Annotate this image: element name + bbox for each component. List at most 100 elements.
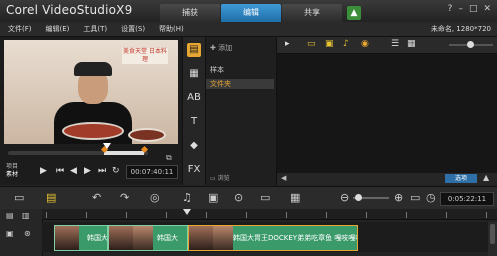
media-icon[interactable]: ▤ [187,43,201,57]
mode-switch[interactable]: 项目 素材 [6,163,18,179]
app-logo: Corel VideoStudioX9 [6,3,133,17]
browse-button[interactable]: ▭ 浏览 [210,173,230,182]
zoom-out-icon[interactable]: ⊖ [340,191,349,204]
help-icon[interactable]: ? [448,4,453,14]
show-video-icon[interactable]: ▭ [307,39,316,49]
timeline-clip-1[interactable]: 韩国大 [54,225,108,251]
player-timecode[interactable]: 00:07:40:11 [126,165,178,179]
menu-bar: 文件(F) 编辑(E) 工具(T) 设置(S) 帮助(H) 未命名, 1280*… [0,22,497,37]
library-categories: ▤ ▦ AB T ◆ FX [183,37,206,185]
redo-icon[interactable]: ↷ [120,191,129,204]
thumbnail-size-slider[interactable] [449,41,493,48]
expand-up-icon[interactable]: ▲ [483,173,489,182]
filter-icon[interactable]: FX [187,163,201,177]
auto-music-icon[interactable]: ▣ [208,191,218,204]
repeat-icon[interactable]: ↻ [112,166,120,176]
home-icon[interactable]: ⏮ [56,166,64,176]
ruler-tick [366,212,367,218]
video-track-toggle-icon[interactable]: ▣ [6,229,14,238]
mode-clip[interactable]: 素材 [6,171,18,179]
clip-thumbnail [133,226,153,250]
folder-item[interactable]: 文件夹 [206,79,274,89]
enlarge-preview-icon[interactable]: ⧉ [166,153,172,163]
sort-icon[interactable]: ◉ [361,39,369,49]
mode-project[interactable]: 项目 [6,163,18,171]
sound-mixer-icon[interactable]: ♫ [182,191,192,204]
ruler-tick [286,212,287,218]
timeline-clip-3[interactable]: 韩国大胃王DOCKEY弟弟吃章鱼 嘎吱嘎吱 [188,225,358,251]
tab-capture[interactable]: 捕获 [160,4,220,22]
ruler-tick [446,212,447,218]
next-frame-icon[interactable]: ▶ [84,166,91,176]
media-toolbar: ▸ ▭ ▣ ♪ ◉ ☰ ▦ [277,37,497,54]
show-audio-icon[interactable]: ♪ [343,39,349,49]
record-capture-icon[interactable]: ◎ [150,191,160,204]
multi-camera-icon[interactable]: ▦ [290,191,300,204]
zoom-in-icon[interactable]: ⊕ [394,191,403,204]
timeline-clip-2[interactable]: 韩国大 [108,225,188,251]
folder-samples[interactable]: 样本 [210,65,224,75]
timeline-zoom-slider[interactable] [353,194,389,201]
transition-icon[interactable]: AB [187,91,201,105]
videostudio-window: Corel VideoStudioX9 捕获 编辑 共享 ▲ ? – □ ✕ 文… [0,0,497,256]
clip-thumbnail [213,226,233,250]
video-preview[interactable]: 美食天堂 日本料理 [4,40,178,144]
menu-tools[interactable]: 工具(T) [83,24,107,34]
film-reel-icon[interactable]: ⊛ [24,229,31,238]
scroll-thumb[interactable] [490,224,495,244]
close-icon[interactable]: ✕ [483,4,491,14]
scrubber-handle[interactable] [103,143,111,149]
motion-tracking-icon[interactable]: ⊙ [234,191,243,204]
list-view-icon[interactable]: ☰ [391,39,399,49]
tab-share[interactable]: 共享 [282,4,342,22]
end-icon[interactable]: ⏭ [98,166,106,176]
maximize-icon[interactable]: □ [469,4,478,14]
fit-project-icon[interactable]: ▭ [410,191,420,204]
add-folder-button[interactable]: ✚ 添加 [210,43,232,53]
ruler-tick [126,212,127,218]
ruler-tick [326,212,327,218]
title-icon[interactable]: T [187,115,201,129]
graphics-icon[interactable]: ◆ [187,139,201,153]
collapse-left-icon[interactable]: ◀ [281,174,286,182]
window-controls: ? – □ ✕ [448,4,491,14]
timeline-playhead[interactable] [183,209,191,215]
video-track: 韩国大 韩国大 韩国大胃王DOCKEY弟弟吃章鱼 嘎吱嘎吱 [42,222,488,252]
timeline-scrollbar[interactable] [488,222,497,256]
menu-file[interactable]: 文件(F) [8,24,32,34]
chapter-icon[interactable]: ▥ [22,211,30,220]
project-duration[interactable]: 0:05:22:11 [440,192,494,206]
subtitle-editor-icon[interactable]: ▭ [260,191,270,204]
show-photo-icon[interactable]: ▣ [325,39,334,49]
timeline-toolbar: ▭ ▤ ↶ ↷ ◎ ♫ ▣ ⊙ ▭ ▦ ⊖ ⊕ ▭ ◷ 0:05:22:11 [0,186,497,210]
zoom-knob[interactable] [355,194,362,201]
menu-help[interactable]: 帮助(H) [159,24,184,34]
options-button[interactable]: 选项 [445,174,477,183]
timeline-ruler[interactable] [42,209,497,220]
clip-thumbnail [55,226,79,250]
library-folders: ✚ 添加 样本 文件夹 ▭ 浏览 [206,37,277,185]
menu-edit[interactable]: 编辑(E) [46,24,70,34]
undo-icon[interactable]: ↶ [92,191,101,204]
scrub-bar[interactable] [8,143,149,155]
trim-selection [104,151,144,155]
menu-settings[interactable]: 设置(S) [121,24,145,34]
add-label: 添加 [218,44,233,52]
timeline-view-icon[interactable]: ▤ [46,191,56,204]
import-folder-icon[interactable]: ▸ [285,39,290,49]
upload-icon[interactable]: ▲ [347,6,361,20]
tab-edit[interactable]: 编辑 [221,4,281,22]
prev-frame-icon[interactable]: ◀ [70,166,77,176]
play-icon[interactable]: ▶ [40,166,47,176]
track-manager-icon[interactable]: ▤ [6,211,14,220]
thumbnail-view-icon[interactable]: ▦ [407,39,416,49]
storyboard-view-icon[interactable]: ▭ [14,191,24,204]
browse-label: 浏览 [217,175,230,182]
clip-label: 韩国大 [87,234,108,242]
clock-icon[interactable]: ◷ [426,191,436,204]
slider-knob[interactable] [467,41,474,48]
instant-project-icon[interactable]: ▦ [187,67,201,81]
preview-overlay-text: 美食天堂 日本料理 [122,48,168,64]
clip-thumbnail [109,226,133,250]
minimize-icon[interactable]: – [458,4,463,14]
